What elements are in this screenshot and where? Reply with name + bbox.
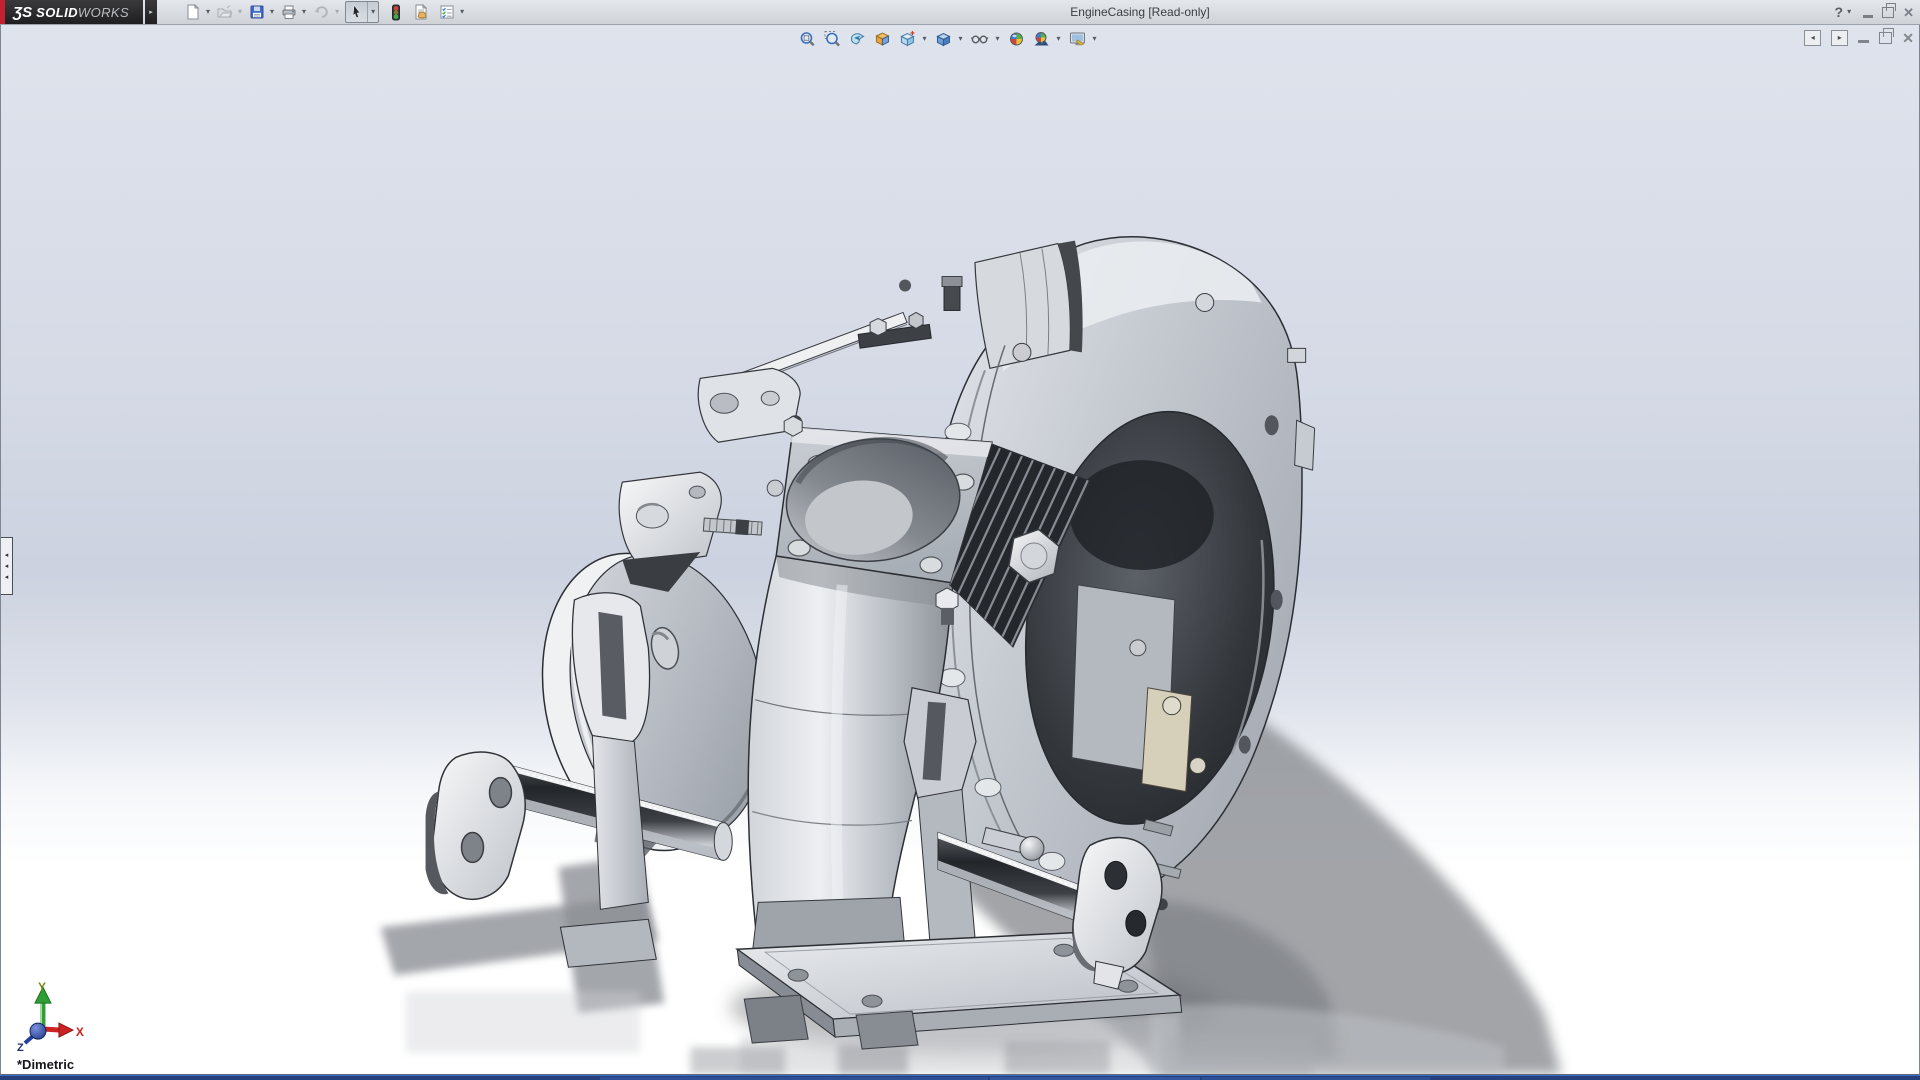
edit-appearance-icon: [1008, 30, 1026, 48]
logo-red-stripe: [0, 0, 5, 24]
zoom-to-fit-icon: [798, 30, 816, 48]
edit-appearance-button[interactable]: [1006, 28, 1028, 50]
triad-z-label: Z: [17, 1042, 24, 1054]
engine-casing-model: Y X Z: [1, 25, 1919, 1074]
minimize-button[interactable]: [1863, 15, 1873, 18]
save-dropdown-caret[interactable]: ▾: [269, 8, 277, 16]
triad-y-label: Y: [38, 980, 46, 994]
open-icon: [217, 4, 233, 20]
zoom-to-area-icon: [823, 30, 841, 48]
previous-view-button[interactable]: [846, 28, 868, 50]
doc-close-button[interactable]: ✕: [1902, 31, 1914, 45]
select-cursor-icon: [349, 4, 364, 20]
open-dropdown-caret[interactable]: ▾: [237, 8, 245, 16]
window-controls: ? ▾ ✕: [1835, 0, 1914, 24]
select-button[interactable]: [346, 2, 367, 22]
title-bar: ƷS SOLIDWORKS ▸ ▾ ▾: [0, 0, 1920, 25]
document-window-controls: ◂ ▸ ✕: [1804, 30, 1914, 46]
logo-text-works: WORKS: [78, 5, 129, 20]
feature-manager-collapsed-tab[interactable]: ◂ ◂ ◂: [1, 537, 13, 595]
main-toolbar: ▾ ▾ ▾: [183, 1, 467, 23]
print-button[interactable]: [279, 2, 299, 22]
rebuild-button[interactable]: [387, 2, 405, 22]
view-orientation-button[interactable]: [896, 28, 918, 50]
menu-flyout-arrow[interactable]: ▸: [145, 0, 157, 24]
previous-view-icon: [848, 30, 866, 48]
orientation-triad: Y X Z: [17, 980, 84, 1054]
pane-right-button[interactable]: ▸: [1831, 30, 1848, 46]
section-view-icon: [873, 30, 891, 48]
logo-text-solid: SOLID: [36, 5, 78, 20]
file-properties-icon: [413, 4, 430, 20]
triad-x-label: X: [76, 1025, 84, 1039]
display-style-icon: [934, 30, 952, 48]
new-button[interactable]: [183, 2, 203, 22]
view-orientation-label: *Dimetric: [17, 1057, 74, 1072]
solidworks-logo-glyph: ƷS: [13, 4, 32, 21]
save-icon: [249, 4, 265, 20]
collapse-arrow-icon: ◂: [5, 563, 9, 570]
view-settings-caret[interactable]: ▾: [1092, 35, 1100, 43]
select-dropdown[interactable]: ▾: [367, 2, 378, 22]
print-dropdown-caret[interactable]: ▾: [301, 8, 309, 16]
view-orientation-icon: [898, 30, 916, 48]
hide-show-items-button[interactable]: [968, 28, 991, 50]
display-style-button[interactable]: [932, 28, 954, 50]
hide-show-items-icon: [970, 30, 989, 48]
document-title: EngineCasing [Read-only]: [1070, 0, 1209, 24]
help-dropdown-caret[interactable]: ▾: [1846, 8, 1854, 16]
pane-left-button[interactable]: ◂: [1804, 30, 1821, 46]
new-dropdown-caret[interactable]: ▾: [205, 8, 213, 16]
view-orientation-caret[interactable]: ▾: [921, 35, 929, 43]
new-icon: [185, 4, 201, 20]
heads-up-view-toolbar: ▾ ▾ ▾: [796, 28, 1099, 50]
undo-icon: [313, 4, 330, 20]
help-button[interactable]: ?: [1835, 4, 1844, 20]
graphics-viewport[interactable]: Y X Z: [0, 25, 1920, 1075]
close-button[interactable]: ✕: [1903, 6, 1914, 19]
doc-restore-button[interactable]: [1879, 32, 1892, 44]
apply-scene-caret[interactable]: ▾: [1056, 35, 1064, 43]
open-button[interactable]: [215, 2, 235, 22]
options-dropdown-caret[interactable]: ▾: [459, 8, 467, 16]
undo-button[interactable]: [311, 2, 332, 22]
collapse-arrow-icon: ◂: [5, 574, 9, 581]
restore-button[interactable]: [1882, 7, 1894, 18]
taskbar-edge[interactable]: [0, 1075, 1920, 1080]
doc-minimize-button[interactable]: [1858, 40, 1869, 43]
apply-scene-icon: [1033, 30, 1051, 48]
view-settings-button[interactable]: [1067, 28, 1089, 50]
section-view-button[interactable]: [871, 28, 893, 50]
options-icon: [439, 4, 455, 20]
select-split-button: ▾: [345, 1, 379, 23]
zoom-to-area-button[interactable]: [821, 28, 843, 50]
solidworks-window: ƷS SOLIDWORKS ▸ ▾ ▾: [0, 0, 1920, 1080]
zoom-to-fit-button[interactable]: [796, 28, 818, 50]
view-settings-icon: [1069, 30, 1087, 48]
apply-scene-button[interactable]: [1031, 28, 1053, 50]
select-dropdown-caret: ▾: [371, 8, 375, 16]
solidworks-logo: ƷS SOLIDWORKS: [0, 0, 143, 24]
display-style-caret[interactable]: ▾: [957, 35, 965, 43]
hide-show-items-caret[interactable]: ▾: [994, 35, 1002, 43]
print-icon: [281, 4, 297, 20]
options-button[interactable]: [437, 2, 457, 22]
file-properties-button[interactable]: [411, 2, 432, 22]
collapse-arrow-icon: ◂: [5, 552, 9, 559]
save-button[interactable]: [247, 2, 267, 22]
rebuild-traffic-light-icon: [389, 4, 403, 21]
undo-dropdown-caret[interactable]: ▾: [334, 8, 342, 16]
